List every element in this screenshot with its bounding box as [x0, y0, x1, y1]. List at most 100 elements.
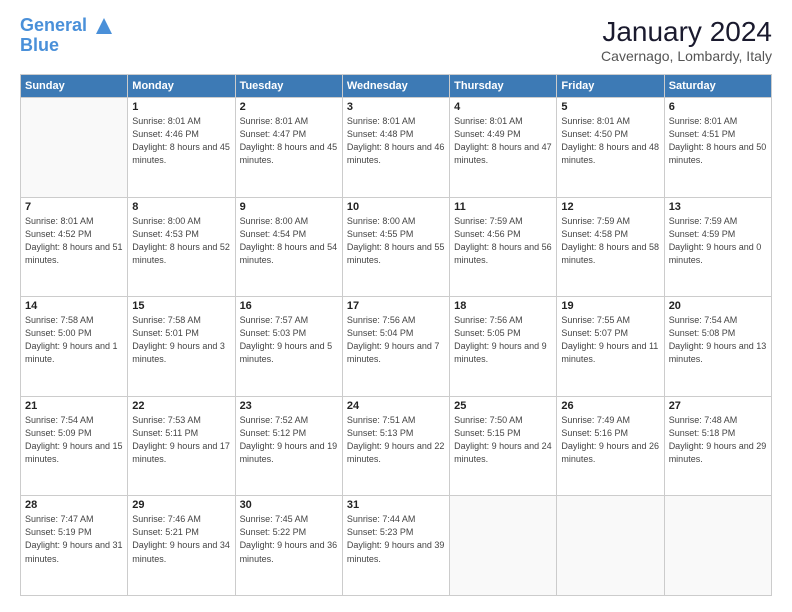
calendar-header-monday: Monday: [128, 75, 235, 98]
day-number: 23: [240, 400, 338, 412]
calendar-header-sunday: Sunday: [21, 75, 128, 98]
location: Cavernago, Lombardy, Italy: [601, 48, 772, 64]
day-number: 17: [347, 300, 445, 312]
calendar-cell: 6 Sunrise: 8:01 AMSunset: 4:51 PMDayligh…: [664, 98, 771, 198]
page: General Blue January 2024 Cavernago, Lom…: [0, 0, 792, 612]
calendar-header-friday: Friday: [557, 75, 664, 98]
day-number: 13: [669, 201, 767, 213]
logo-blue: Blue: [20, 35, 59, 55]
day-number: 1: [132, 101, 230, 113]
day-detail: Sunrise: 8:00 AMSunset: 4:54 PMDaylight:…: [240, 215, 338, 267]
day-number: 21: [25, 400, 123, 412]
day-number: 8: [132, 201, 230, 213]
calendar-cell: 9 Sunrise: 8:00 AMSunset: 4:54 PMDayligh…: [235, 197, 342, 297]
day-detail: Sunrise: 7:44 AMSunset: 5:23 PMDaylight:…: [347, 513, 445, 565]
calendar-cell: 28 Sunrise: 7:47 AMSunset: 5:19 PMDaylig…: [21, 496, 128, 596]
day-number: 4: [454, 101, 552, 113]
calendar-header-wednesday: Wednesday: [342, 75, 449, 98]
calendar-header-saturday: Saturday: [664, 75, 771, 98]
day-detail: Sunrise: 7:45 AMSunset: 5:22 PMDaylight:…: [240, 513, 338, 565]
calendar-cell: 18 Sunrise: 7:56 AMSunset: 5:05 PMDaylig…: [450, 297, 557, 397]
calendar-cell: 29 Sunrise: 7:46 AMSunset: 5:21 PMDaylig…: [128, 496, 235, 596]
logo: General Blue: [20, 16, 114, 56]
calendar-cell: 22 Sunrise: 7:53 AMSunset: 5:11 PMDaylig…: [128, 396, 235, 496]
day-number: 14: [25, 300, 123, 312]
day-number: 19: [561, 300, 659, 312]
calendar-header-thursday: Thursday: [450, 75, 557, 98]
calendar-week-2: 7 Sunrise: 8:01 AMSunset: 4:52 PMDayligh…: [21, 197, 772, 297]
day-detail: Sunrise: 7:49 AMSunset: 5:16 PMDaylight:…: [561, 414, 659, 466]
day-number: 9: [240, 201, 338, 213]
day-detail: Sunrise: 8:01 AMSunset: 4:49 PMDaylight:…: [454, 115, 552, 167]
day-number: 20: [669, 300, 767, 312]
day-number: 24: [347, 400, 445, 412]
calendar-cell: 25 Sunrise: 7:50 AMSunset: 5:15 PMDaylig…: [450, 396, 557, 496]
calendar-cell: 20 Sunrise: 7:54 AMSunset: 5:08 PMDaylig…: [664, 297, 771, 397]
calendar-cell: 4 Sunrise: 8:01 AMSunset: 4:49 PMDayligh…: [450, 98, 557, 198]
header: General Blue January 2024 Cavernago, Lom…: [20, 16, 772, 64]
day-number: 11: [454, 201, 552, 213]
day-detail: Sunrise: 7:52 AMSunset: 5:12 PMDaylight:…: [240, 414, 338, 466]
day-detail: Sunrise: 7:57 AMSunset: 5:03 PMDaylight:…: [240, 314, 338, 366]
day-detail: Sunrise: 8:01 AMSunset: 4:51 PMDaylight:…: [669, 115, 767, 167]
calendar-cell: 3 Sunrise: 8:01 AMSunset: 4:48 PMDayligh…: [342, 98, 449, 198]
calendar-cell: 10 Sunrise: 8:00 AMSunset: 4:55 PMDaylig…: [342, 197, 449, 297]
day-number: 2: [240, 101, 338, 113]
calendar-header-row: SundayMondayTuesdayWednesdayThursdayFrid…: [21, 75, 772, 98]
calendar-week-4: 21 Sunrise: 7:54 AMSunset: 5:09 PMDaylig…: [21, 396, 772, 496]
calendar-cell: 7 Sunrise: 8:01 AMSunset: 4:52 PMDayligh…: [21, 197, 128, 297]
calendar-cell: 19 Sunrise: 7:55 AMSunset: 5:07 PMDaylig…: [557, 297, 664, 397]
day-detail: Sunrise: 7:55 AMSunset: 5:07 PMDaylight:…: [561, 314, 659, 366]
day-detail: Sunrise: 8:00 AMSunset: 4:53 PMDaylight:…: [132, 215, 230, 267]
calendar-cell: 13 Sunrise: 7:59 AMSunset: 4:59 PMDaylig…: [664, 197, 771, 297]
day-detail: Sunrise: 7:56 AMSunset: 5:04 PMDaylight:…: [347, 314, 445, 366]
day-number: 15: [132, 300, 230, 312]
calendar-cell: [21, 98, 128, 198]
day-detail: Sunrise: 7:59 AMSunset: 4:58 PMDaylight:…: [561, 215, 659, 267]
day-number: 25: [454, 400, 552, 412]
calendar-cell: 17 Sunrise: 7:56 AMSunset: 5:04 PMDaylig…: [342, 297, 449, 397]
calendar-cell: 8 Sunrise: 8:00 AMSunset: 4:53 PMDayligh…: [128, 197, 235, 297]
calendar-header-tuesday: Tuesday: [235, 75, 342, 98]
day-detail: Sunrise: 7:54 AMSunset: 5:09 PMDaylight:…: [25, 414, 123, 466]
calendar-cell: 11 Sunrise: 7:59 AMSunset: 4:56 PMDaylig…: [450, 197, 557, 297]
calendar-cell: 31 Sunrise: 7:44 AMSunset: 5:23 PMDaylig…: [342, 496, 449, 596]
day-number: 3: [347, 101, 445, 113]
day-number: 10: [347, 201, 445, 213]
logo-general: General: [20, 15, 87, 35]
day-number: 27: [669, 400, 767, 412]
calendar-cell: 2 Sunrise: 8:01 AMSunset: 4:47 PMDayligh…: [235, 98, 342, 198]
calendar-cell: 26 Sunrise: 7:49 AMSunset: 5:16 PMDaylig…: [557, 396, 664, 496]
calendar-cell: 21 Sunrise: 7:54 AMSunset: 5:09 PMDaylig…: [21, 396, 128, 496]
day-detail: Sunrise: 7:53 AMSunset: 5:11 PMDaylight:…: [132, 414, 230, 466]
calendar-cell: [664, 496, 771, 596]
calendar-week-5: 28 Sunrise: 7:47 AMSunset: 5:19 PMDaylig…: [21, 496, 772, 596]
logo-area: General Blue: [20, 16, 114, 56]
day-number: 22: [132, 400, 230, 412]
day-detail: Sunrise: 8:01 AMSunset: 4:52 PMDaylight:…: [25, 215, 123, 267]
day-number: 26: [561, 400, 659, 412]
day-detail: Sunrise: 7:46 AMSunset: 5:21 PMDaylight:…: [132, 513, 230, 565]
day-detail: Sunrise: 7:47 AMSunset: 5:19 PMDaylight:…: [25, 513, 123, 565]
day-detail: Sunrise: 8:01 AMSunset: 4:48 PMDaylight:…: [347, 115, 445, 167]
calendar-week-1: 1 Sunrise: 8:01 AMSunset: 4:46 PMDayligh…: [21, 98, 772, 198]
calendar-cell: 16 Sunrise: 7:57 AMSunset: 5:03 PMDaylig…: [235, 297, 342, 397]
day-detail: Sunrise: 7:54 AMSunset: 5:08 PMDaylight:…: [669, 314, 767, 366]
calendar-cell: 12 Sunrise: 7:59 AMSunset: 4:58 PMDaylig…: [557, 197, 664, 297]
day-detail: Sunrise: 7:59 AMSunset: 4:59 PMDaylight:…: [669, 215, 767, 267]
day-detail: Sunrise: 7:58 AMSunset: 5:01 PMDaylight:…: [132, 314, 230, 366]
day-number: 31: [347, 499, 445, 511]
day-number: 12: [561, 201, 659, 213]
calendar-cell: 23 Sunrise: 7:52 AMSunset: 5:12 PMDaylig…: [235, 396, 342, 496]
day-detail: Sunrise: 7:50 AMSunset: 5:15 PMDaylight:…: [454, 414, 552, 466]
calendar-cell: 5 Sunrise: 8:01 AMSunset: 4:50 PMDayligh…: [557, 98, 664, 198]
day-detail: Sunrise: 7:48 AMSunset: 5:18 PMDaylight:…: [669, 414, 767, 466]
day-detail: Sunrise: 7:58 AMSunset: 5:00 PMDaylight:…: [25, 314, 123, 366]
day-detail: Sunrise: 7:51 AMSunset: 5:13 PMDaylight:…: [347, 414, 445, 466]
calendar-cell: 1 Sunrise: 8:01 AMSunset: 4:46 PMDayligh…: [128, 98, 235, 198]
calendar-cell: 14 Sunrise: 7:58 AMSunset: 5:00 PMDaylig…: [21, 297, 128, 397]
month-title: January 2024: [601, 16, 772, 48]
day-detail: Sunrise: 7:59 AMSunset: 4:56 PMDaylight:…: [454, 215, 552, 267]
calendar-cell: 24 Sunrise: 7:51 AMSunset: 5:13 PMDaylig…: [342, 396, 449, 496]
day-detail: Sunrise: 7:56 AMSunset: 5:05 PMDaylight:…: [454, 314, 552, 366]
